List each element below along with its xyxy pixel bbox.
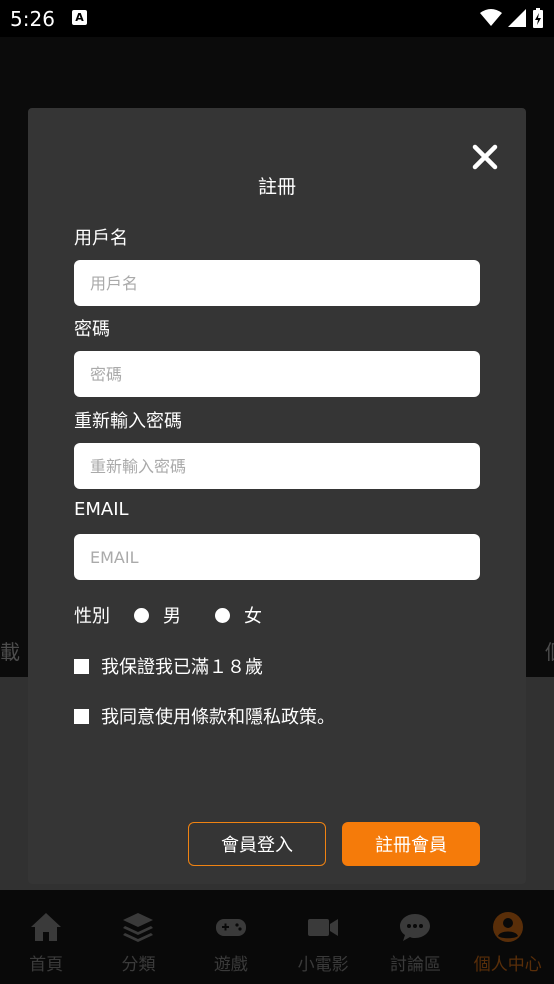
age-confirm-checkbox[interactable] (74, 658, 89, 674)
status-icons (480, 8, 544, 28)
gender-option-label: 女 (244, 606, 262, 627)
age-confirm-text: 我保證我已滿１８歲 (101, 657, 263, 678)
confirm-password-label: 重新輸入密碼 (74, 411, 182, 432)
gender-option-male[interactable]: 男 (134, 602, 181, 628)
terms-agree-text: 我同意使用條款和隱私政策。 (101, 707, 335, 728)
radio-male[interactable] (134, 607, 149, 623)
age-confirm-row[interactable]: 我保證我已滿１８歲 (74, 653, 263, 679)
login-button[interactable]: 會員登入 (188, 822, 326, 866)
wifi-icon (480, 9, 502, 26)
register-modal: 註冊 用戶名 密碼 重新輸入密碼 EMAIL 性別 男 女 我保證我已滿１８歲 … (28, 108, 526, 884)
password-label: 密碼 (74, 319, 110, 340)
gender-option-label: 男 (163, 606, 181, 627)
username-label: 用戶名 (74, 228, 128, 249)
confirm-password-input[interactable] (74, 443, 480, 489)
close-icon[interactable] (472, 144, 498, 170)
gender-row: 性別 男 女 (74, 602, 262, 628)
username-input[interactable] (74, 260, 480, 306)
status-bar: 5:26 A (0, 0, 554, 37)
terms-agree-checkbox[interactable] (74, 708, 89, 724)
status-time: 5:26 (10, 7, 55, 31)
email-label: EMAIL (74, 499, 129, 520)
gender-option-female[interactable]: 女 (215, 602, 262, 628)
signal-icon (508, 9, 526, 27)
modal-title: 註冊 (257, 176, 296, 198)
terms-agree-row[interactable]: 我同意使用條款和隱私政策。 (74, 703, 335, 729)
notification-a-icon: A (72, 10, 87, 25)
gender-label: 性別 (74, 606, 110, 627)
email-input[interactable] (74, 534, 480, 580)
battery-icon (533, 8, 543, 28)
register-button[interactable]: 註冊會員 (342, 822, 480, 866)
radio-female[interactable] (215, 607, 230, 623)
password-input[interactable] (74, 351, 480, 397)
